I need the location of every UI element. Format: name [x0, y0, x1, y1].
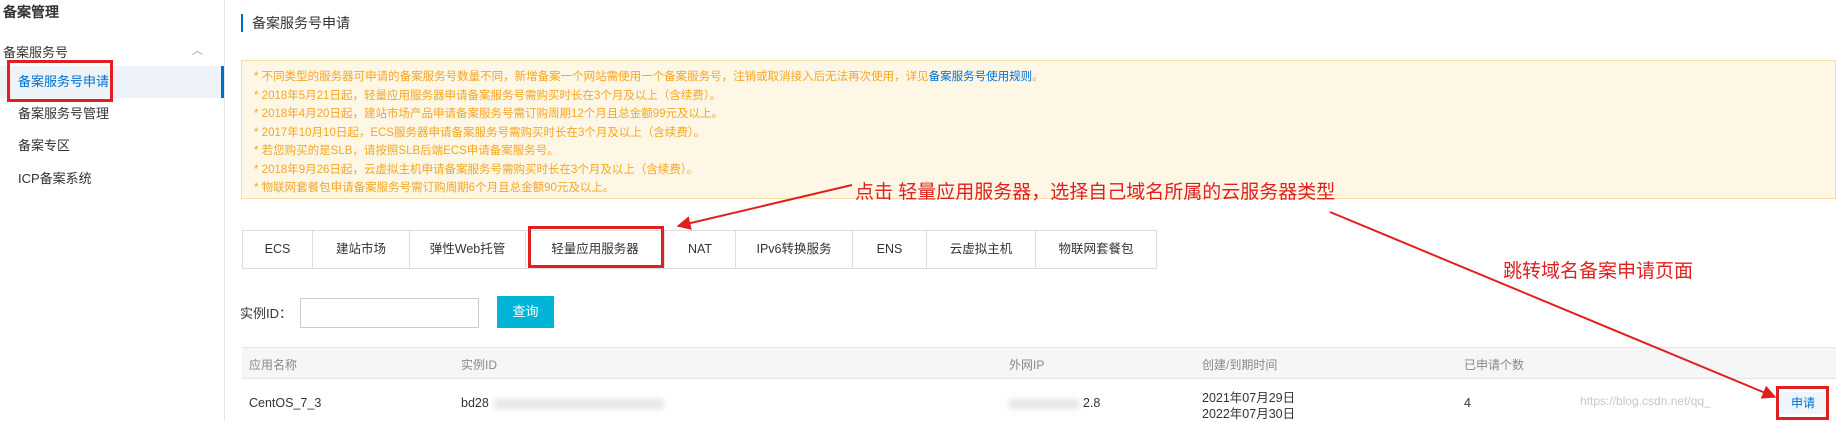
notice-text: 。: [1032, 71, 1044, 83]
instance-id-input[interactable]: [300, 298, 479, 328]
notice-line: * 若您购买的是SLB，请按照SLB后端ECS申请备案服务号。: [254, 145, 559, 157]
tab-web-hosting[interactable]: 弹性Web托管: [410, 231, 526, 268]
notice-text: * 不同类型的服务器可申请的备案服务号数量不同，新增备案一个网站需使用一个备案服…: [254, 71, 929, 83]
tab-virtual-host[interactable]: 云虚拟主机: [927, 231, 1036, 268]
page-title: 备案服务号申请: [241, 14, 350, 32]
annotation-redirect-hint: 跳转域名备案申请页面: [1503, 261, 1694, 282]
column-header-app-name: 应用名称: [249, 358, 298, 372]
sidebar-item-zone[interactable]: 备案专区: [0, 130, 224, 162]
cell-app-name: CentOS_7_3: [249, 396, 322, 410]
sidebar-item-icp[interactable]: ICP备案系统: [0, 163, 224, 195]
cell-expires: 2022年07月30日: [1202, 407, 1296, 421]
highlight-box-apply: [1776, 386, 1829, 420]
cell-instance-id: bd28: [461, 396, 489, 410]
column-header-instance-id: 实例ID: [461, 358, 498, 372]
sidebar-group-label: 备案服务号: [3, 45, 69, 60]
watermark: https://blog.csdn.net/qq_: [1580, 394, 1711, 408]
column-header-ip: 外网IP: [1009, 358, 1045, 372]
column-header-time: 创建/到期时间: [1202, 358, 1278, 372]
table-header: 应用名称 实例ID 外网IP 创建/到期时间 已申请个数: [242, 347, 1836, 379]
sidebar-item-manage[interactable]: 备案服务号管理: [0, 98, 224, 130]
server-type-tabs: ECS 建站市场 弹性Web托管 轻量应用服务器 NAT IPv6转换服务 EN…: [242, 230, 1157, 269]
sidebar-group-header[interactable]: 备案服务号 ︿: [3, 42, 203, 62]
sidebar-title: 备案管理: [3, 4, 59, 20]
highlight-box-sidebar: [7, 60, 113, 102]
rules-link[interactable]: 备案服务号使用规则: [929, 71, 1033, 83]
notice-line: * 2017年10月10日起，ECS服务器申请备案服务号需购买时长在3个月及以上…: [254, 126, 706, 139]
notice-line: * 2018年5月21日起，轻量应用服务器申请备案服务号需购买时长在3个月及以上…: [254, 89, 722, 102]
sidebar-item-label: ICP备案系统: [18, 171, 92, 186]
cell-count: 4: [1464, 396, 1471, 410]
tab-iot-package[interactable]: 物联网套餐包: [1036, 231, 1157, 268]
chevron-up-icon[interactable]: ︿: [192, 42, 203, 58]
query-button[interactable]: 查询: [497, 296, 554, 328]
redacted-ip: [1009, 399, 1079, 409]
tab-ens[interactable]: ENS: [853, 231, 927, 268]
tab-nat[interactable]: NAT: [665, 231, 736, 268]
column-header-count: 已申请个数: [1464, 358, 1525, 372]
tab-ecs[interactable]: ECS: [243, 231, 313, 268]
sidebar-item-label: 备案服务号管理: [18, 106, 110, 121]
tab-ipv6[interactable]: IPv6转换服务: [736, 231, 853, 268]
instance-id-label: 实例ID：: [240, 306, 293, 321]
redacted-instance-id: [494, 399, 664, 409]
notice-line: * 不同类型的服务器可申请的备案服务号数量不同，新增备案一个网站需使用一个备案服…: [254, 68, 1823, 87]
notice-line: * 2018年4月20日起，建站市场产品申请备案服务号需订购周期12个月且总金额…: [254, 108, 724, 120]
sidebar-item-label: 备案专区: [18, 138, 71, 153]
tab-site-market[interactable]: 建站市场: [313, 231, 410, 268]
cell-ip: 2.8: [1083, 396, 1101, 410]
annotation-tab-hint: 点击 轻量应用服务器，选择自己域名所属的云服务器类型: [855, 182, 1336, 203]
highlight-box-tab: [528, 226, 664, 268]
